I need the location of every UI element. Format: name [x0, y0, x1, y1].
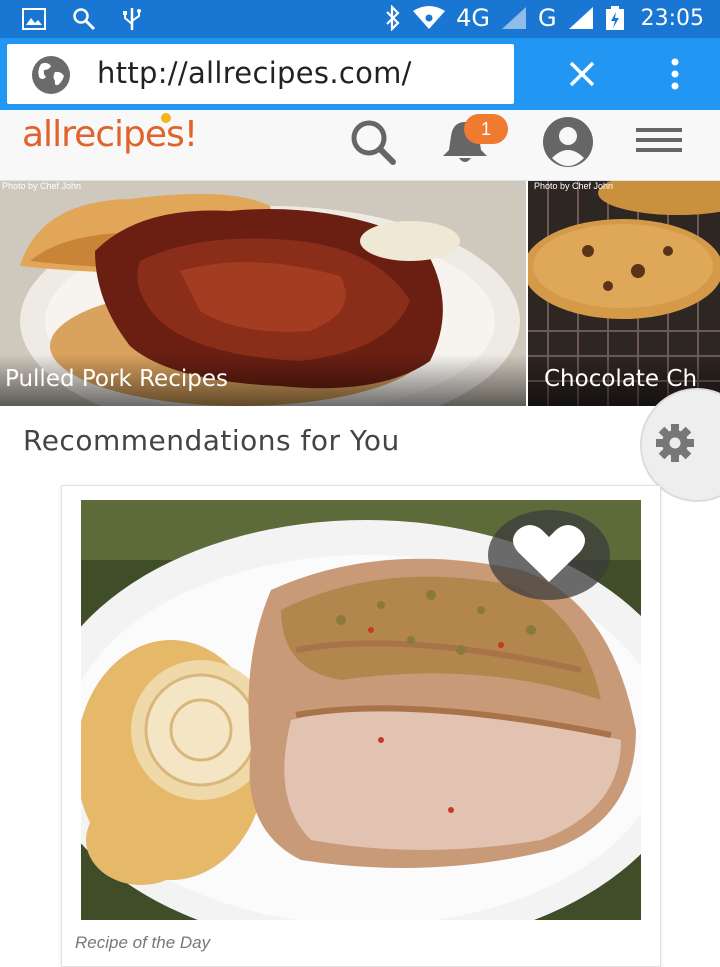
browser-toolbar: http://allrecipes.com/ [0, 38, 720, 110]
gear-icon[interactable] [654, 422, 696, 464]
site-header: allrecipes! [0, 110, 720, 181]
site-logo[interactable]: allrecipes! [22, 114, 198, 155]
section-title: Recommendations for You [23, 424, 400, 457]
battery-icon [605, 6, 624, 30]
featured-carousel[interactable]: Photo by Chef John Pulled Pork Recipes P… [0, 181, 720, 406]
image-icon [22, 8, 46, 30]
slide-title[interactable]: Pulled Pork Recipes [5, 366, 228, 392]
status-bar: 4G G 23:05 [0, 0, 720, 38]
photo-credit: Photo by Chef John [534, 181, 614, 191]
close-icon[interactable] [562, 54, 602, 94]
carousel-slide[interactable]: Photo by Chef John Chocolate Ch [528, 181, 720, 406]
globe-icon [32, 56, 70, 94]
signal-icon [568, 7, 593, 29]
search-icon[interactable] [345, 116, 401, 168]
wifi-icon [413, 6, 446, 29]
clock: 23:05 [640, 5, 704, 31]
signal-icon [501, 7, 526, 29]
notification-badge: 1 [464, 114, 508, 144]
carousel-slide[interactable]: Photo by Chef John Pulled Pork Recipes [0, 181, 526, 406]
recipe-card[interactable]: Recipe of the Day [61, 485, 661, 967]
logo-dot [161, 113, 171, 123]
profile-icon[interactable] [540, 116, 596, 168]
hamburger-menu-icon[interactable] [632, 116, 688, 168]
more-vert-icon[interactable] [660, 54, 690, 94]
url-text[interactable]: http://allrecipes.com/ [97, 56, 412, 90]
network-type-2: G [537, 4, 557, 32]
photo-credit: Photo by Chef John [2, 181, 82, 191]
address-bar[interactable]: http://allrecipes.com/ [7, 44, 514, 104]
favorite-button[interactable] [488, 510, 610, 600]
card-caption: Recipe of the Day [75, 933, 211, 952]
network-type: 4G [456, 4, 490, 32]
heart-icon [513, 525, 585, 582]
usb-icon [123, 8, 141, 30]
slide-title[interactable]: Chocolate Ch [544, 366, 697, 392]
search-icon [73, 8, 96, 31]
bluetooth-icon [386, 5, 400, 31]
